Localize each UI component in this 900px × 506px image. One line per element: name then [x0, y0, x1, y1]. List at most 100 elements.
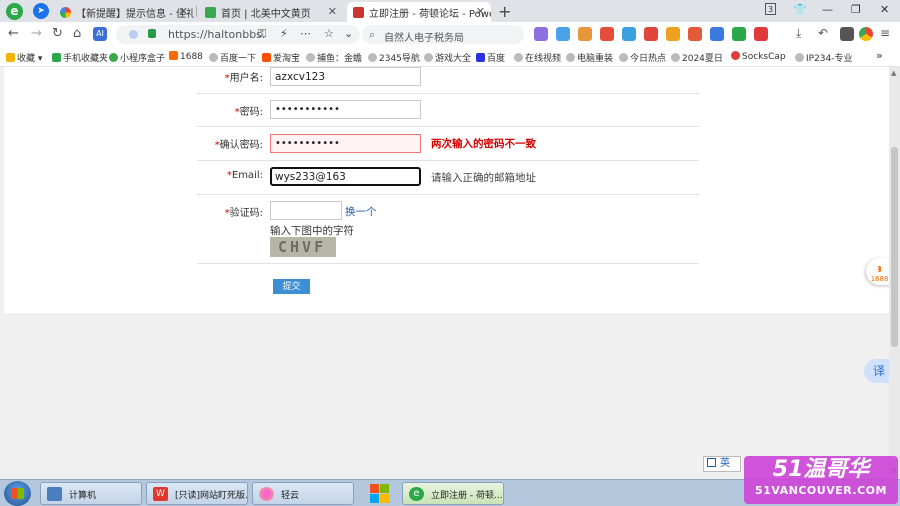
taskbar-item-computer[interactable]: 计算机	[40, 482, 142, 505]
ime-toolbar[interactable]: 英	[703, 456, 741, 472]
account-icon[interactable]	[859, 27, 873, 41]
extension-icon[interactable]	[578, 27, 592, 41]
key-icon[interactable]: ⚿	[258, 27, 266, 41]
star-icon	[6, 53, 15, 62]
shirt-icon[interactable]: 👕	[793, 3, 807, 16]
phone-icon	[52, 53, 61, 62]
paw-icon	[476, 53, 485, 62]
extension-icon[interactable]	[622, 27, 636, 41]
bookmark-item[interactable]: 今日热点	[619, 51, 666, 64]
ime-icon	[707, 458, 716, 467]
chevron-down-icon[interactable]: ⌄	[344, 27, 353, 40]
toolbox-icon[interactable]	[840, 27, 854, 41]
extension-icon[interactable]	[600, 27, 614, 41]
bookmarks-overflow-icon[interactable]: »	[876, 49, 883, 62]
scroll-up-icon[interactable]: ▲	[891, 69, 896, 77]
extension-icon[interactable]	[754, 27, 768, 41]
download-icon[interactable]: ⤓	[796, 26, 801, 41]
cloud-icon	[259, 487, 274, 501]
window-close-icon[interactable]: ✕	[880, 3, 889, 16]
bookmark-icon	[262, 53, 271, 62]
tab-title: 立即注册 - 荷顿论坛 - Power	[369, 9, 491, 20]
home-icon[interactable]: ⌂	[73, 26, 81, 41]
tab-separator	[196, 6, 197, 17]
computer-icon	[47, 487, 62, 501]
bookmark-item[interactable]: 百度一下	[209, 51, 256, 64]
new-tab-button[interactable]: +	[498, 2, 511, 21]
close-icon[interactable]: ✕	[328, 5, 337, 18]
captcha-field[interactable]	[270, 201, 342, 220]
address-url[interactable]: https://haltonbbs.	[168, 28, 265, 41]
1688-floating-badge[interactable]: ꜣ 1688	[866, 258, 889, 285]
app-grid-icon[interactable]	[368, 482, 390, 505]
browser-toolbar: ← → ↻ ⌂ AI https://haltonbbs. ⚿ ⚡ ⋯ ☆ ⌄ …	[0, 22, 900, 47]
translate-button[interactable]: 译	[864, 359, 889, 383]
vertical-scrollbar[interactable]: ▲ ▼	[889, 67, 900, 479]
taskbar-item-wps[interactable]: W [只读]网站盯死版...	[146, 482, 248, 505]
email-field[interactable]: wys233@163	[270, 167, 421, 186]
bookmark-item[interactable]: 在线视频	[514, 51, 561, 64]
extension-icon[interactable]	[534, 27, 548, 41]
close-icon[interactable]: ✕	[179, 5, 188, 18]
windows-icon	[11, 488, 24, 499]
password-mismatch-error: 两次输入的密码不一致	[431, 138, 536, 150]
taskbar-item-qingyun[interactable]: 轻云	[252, 482, 354, 505]
captcha-image[interactable]: CHVF	[270, 237, 336, 257]
bookmark-item[interactable]: 游戏大全	[424, 51, 471, 64]
ai-icon[interactable]: AI	[93, 27, 107, 41]
reload-icon[interactable]: ↻	[52, 26, 63, 41]
bookmark-item[interactable]: 电脑重装	[566, 51, 613, 64]
back-icon[interactable]: ←	[8, 26, 19, 41]
lightning-icon[interactable]: ⚡	[280, 27, 288, 40]
bookmark-item[interactable]: SocksCap	[731, 51, 786, 62]
bookmark-item[interactable]: 爱淘宝	[262, 51, 300, 64]
password-field[interactable]: •••••••••••	[270, 100, 421, 119]
bookmark-item[interactable]: 捕鱼：金蟾	[306, 51, 362, 64]
close-icon[interactable]: ✕	[476, 5, 485, 18]
tab-3-active[interactable]: 立即注册 - 荷顿论坛 - Power ✕	[347, 2, 491, 22]
extension-icon[interactable]	[688, 27, 702, 41]
tab-count-badge[interactable]: 3	[765, 3, 776, 15]
bookmark-item[interactable]: 百度	[476, 51, 505, 64]
scrollbar-thumb[interactable]	[891, 147, 898, 347]
extension-icon[interactable]	[666, 27, 680, 41]
bookmark-item[interactable]: 1688	[169, 51, 203, 62]
bookmark-item[interactable]: 小程序盒子	[109, 51, 165, 64]
tab-title: 【新提醒】提示信息 - 佳礼资	[76, 9, 194, 20]
submit-button[interactable]: 提交	[273, 279, 310, 294]
restore-icon[interactable]: ❐	[851, 3, 861, 16]
browser-logo-icon[interactable]: e	[6, 3, 23, 20]
captcha-refresh-link[interactable]: 换一个	[345, 204, 377, 219]
bookmark-item[interactable]: 手机收藏夹	[52, 51, 108, 64]
wps-icon: W	[153, 487, 168, 501]
star-icon[interactable]: ☆	[324, 27, 334, 40]
forward-icon[interactable]: →	[31, 26, 42, 41]
bookmark-item[interactable]: IP234-专业	[795, 51, 853, 64]
confirm-password-field[interactable]: •••••••••••	[270, 134, 421, 153]
bookmark-item[interactable]: 2345导航	[368, 51, 420, 64]
tab-title: 首页 | 北美中文黄页	[221, 9, 311, 20]
bookmark-item[interactable]: 2024夏日	[671, 51, 723, 64]
start-button[interactable]	[4, 481, 31, 506]
username-field[interactable]: azxcv123	[270, 67, 421, 86]
menu-icon[interactable]: ≡	[880, 26, 890, 40]
extension-icon[interactable]	[644, 27, 658, 41]
extension-icon[interactable]	[556, 27, 570, 41]
tab-2[interactable]: 首页 | 北美中文黄页 ✕	[199, 2, 343, 22]
extension-icon[interactable]	[710, 27, 724, 41]
more-icon[interactable]: ⋯	[300, 27, 311, 40]
search-box[interactable]: ⌕ 自然人电子税务局	[362, 25, 524, 44]
undo-icon[interactable]: ↶	[818, 26, 828, 40]
bookmark-favorites[interactable]: 收藏 ▾	[6, 51, 42, 64]
email-label: *Email:	[226, 170, 263, 181]
taskbar-item-browser[interactable]: e 立即注册 - 荷顿...	[402, 482, 504, 505]
globe-icon	[306, 53, 315, 62]
address-bar[interactable]: https://haltonbbs. ⚿ ⚡ ⋯ ☆ ⌄	[116, 25, 360, 44]
lock-icon[interactable]	[148, 29, 156, 38]
tab-1[interactable]: 【新提醒】提示信息 - 佳礼资 ✕	[54, 2, 194, 22]
email-hint: 请输入正确的邮箱地址	[431, 172, 536, 184]
compass-icon[interactable]: ➤	[33, 3, 49, 19]
bookmark-icon	[169, 51, 178, 60]
minimize-icon[interactable]: —	[822, 3, 833, 16]
extension-icon[interactable]	[732, 27, 746, 41]
